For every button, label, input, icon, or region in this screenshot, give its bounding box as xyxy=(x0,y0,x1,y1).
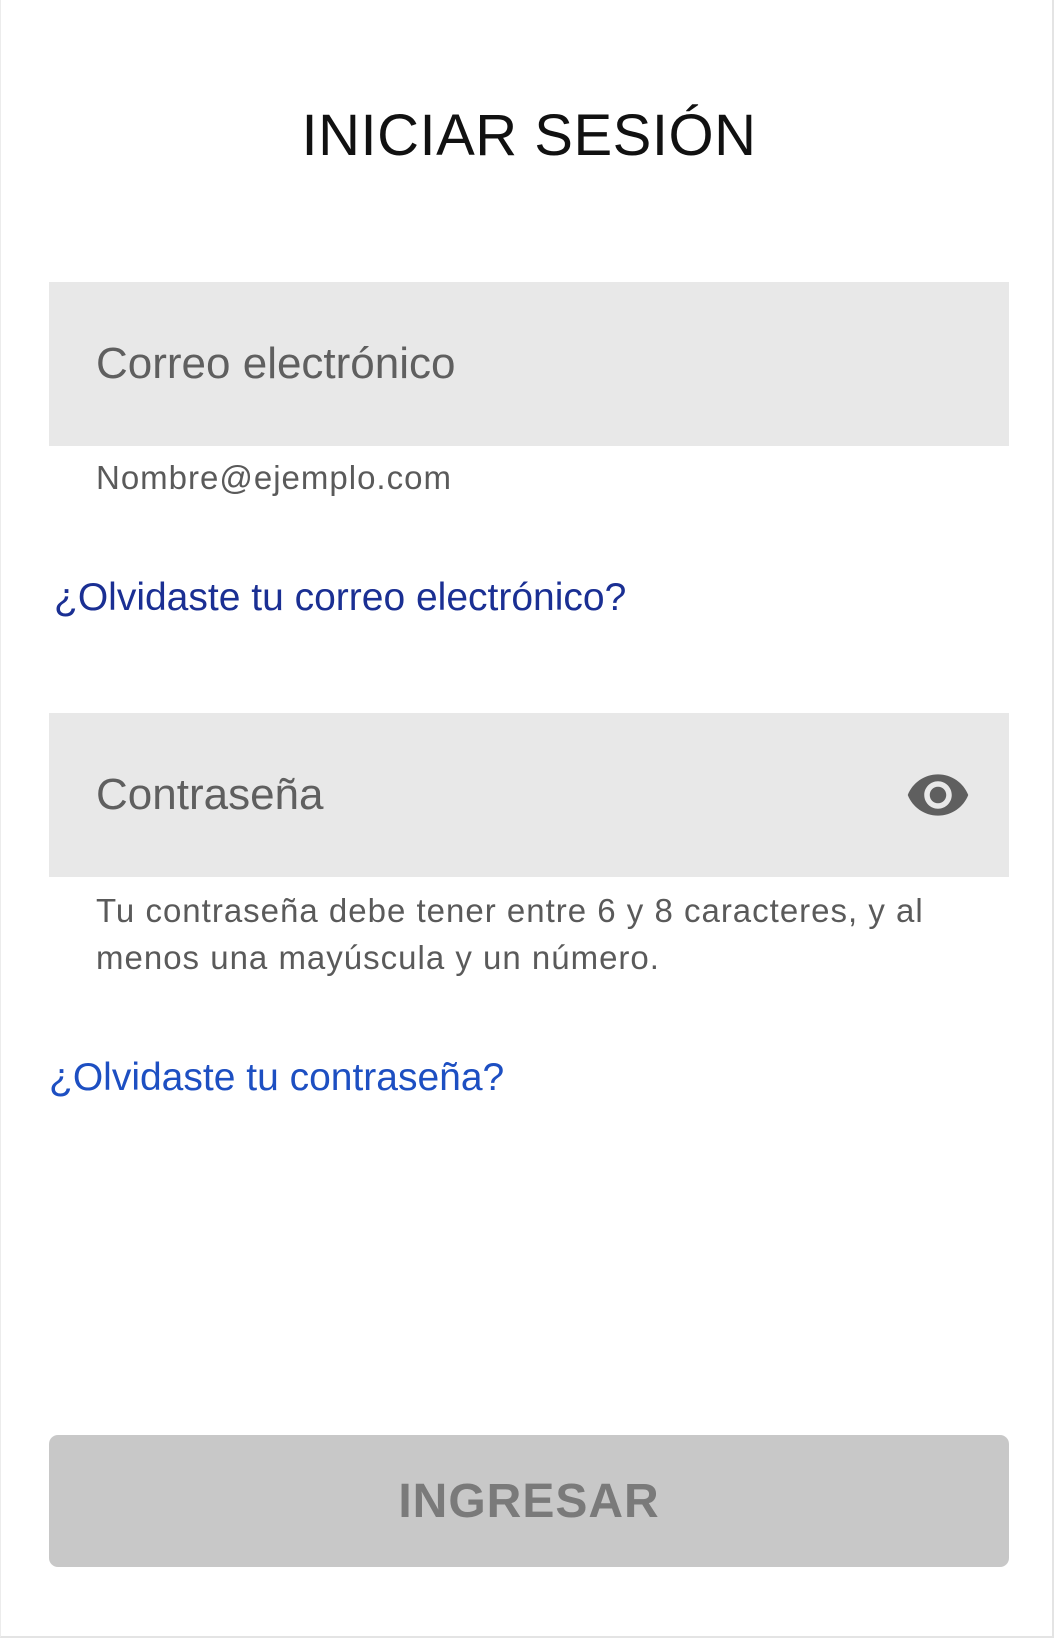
password-field-container xyxy=(49,713,1009,877)
email-input[interactable] xyxy=(49,282,1009,446)
eye-icon[interactable] xyxy=(905,769,971,821)
password-helper-text: Tu contraseña debe tener entre 6 y 8 car… xyxy=(96,892,924,976)
password-input[interactable] xyxy=(49,713,1009,877)
page-title: INICIAR SESIÓN xyxy=(301,103,757,168)
email-helper-text: Nombre@ejemplo.com xyxy=(96,459,452,496)
login-screen: INICIAR SESIÓN Nombre@ejemplo.com ¿Olvid… xyxy=(0,0,1054,1638)
forgot-email-link[interactable]: ¿Olvidaste tu correo electrónico? xyxy=(54,572,626,624)
email-field-container xyxy=(49,282,1009,446)
forgot-password-link[interactable]: ¿Olvidaste tu contraseña? xyxy=(49,1052,504,1104)
login-button[interactable]: INGRESAR xyxy=(49,1435,1009,1567)
